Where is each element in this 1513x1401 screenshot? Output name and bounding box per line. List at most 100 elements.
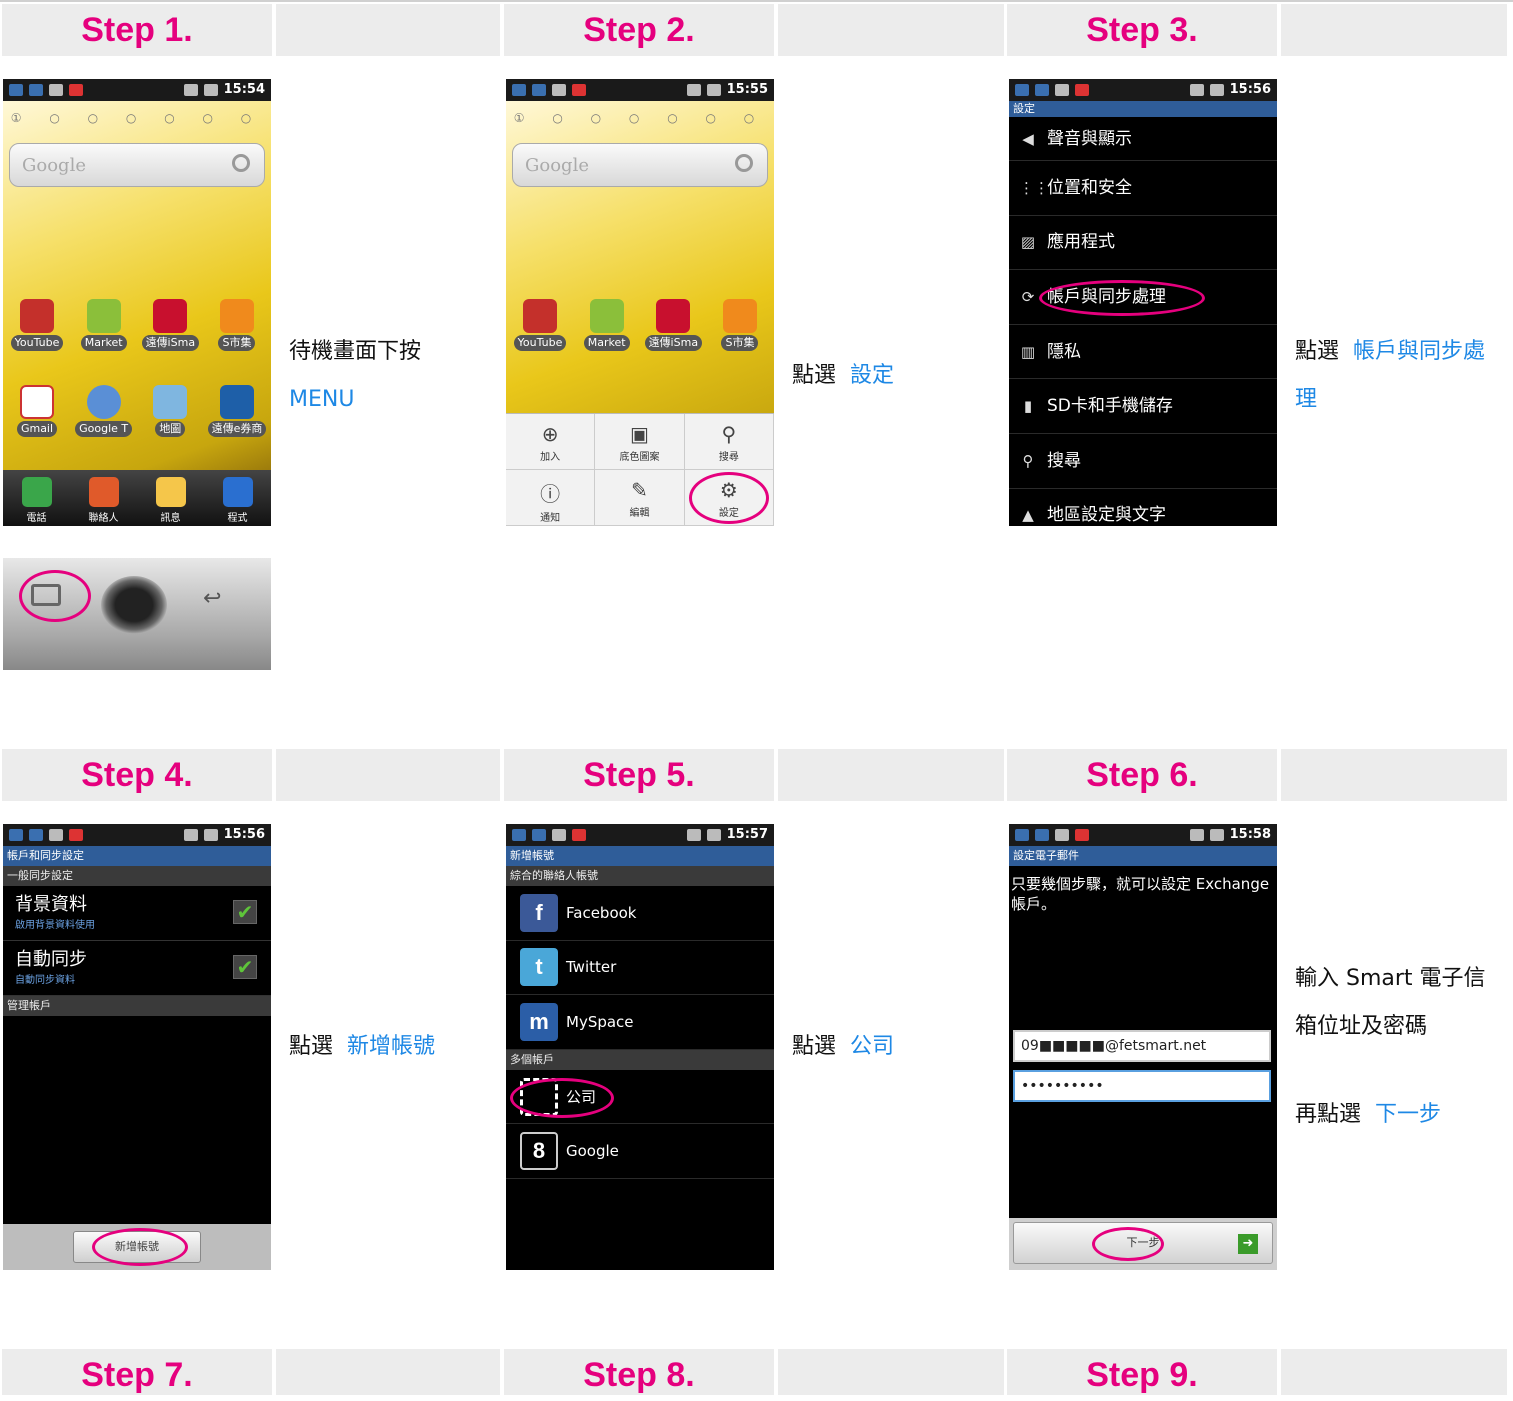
status-time: 15:57 bbox=[726, 827, 768, 842]
row-label: 背景資料 bbox=[15, 894, 87, 915]
gmail-icon bbox=[20, 385, 54, 419]
add-account-button[interactable]: 新增帳號 bbox=[73, 1228, 201, 1266]
dock-contacts[interactable]: 聯絡人 bbox=[88, 477, 119, 524]
app-youtube[interactable]: YouTube bbox=[7, 299, 67, 356]
corporate-link[interactable]: 公司 bbox=[850, 1034, 894, 1059]
google-search-widget[interactable]: Google bbox=[512, 143, 768, 187]
step-7-header: Step 7. bbox=[2, 1349, 272, 1395]
dock-apps[interactable]: 程式 bbox=[222, 477, 253, 524]
next-link[interactable]: 下一步 bbox=[1375, 1102, 1441, 1127]
add-account-link[interactable]: 新增帳號 bbox=[347, 1034, 435, 1059]
status-time: 15:56 bbox=[223, 827, 265, 842]
warning-icon bbox=[1075, 84, 1089, 96]
wifi-icon bbox=[1189, 84, 1204, 96]
app-gmail[interactable]: Gmail bbox=[7, 385, 67, 442]
google-icon: 8 bbox=[520, 1132, 558, 1171]
highlight-circle bbox=[1092, 1227, 1164, 1261]
settings-item-label: 位置和安全 bbox=[1047, 177, 1132, 198]
app-row-1: YouTube Market 遠傳iSma S市集 bbox=[7, 299, 267, 356]
youtube-icon bbox=[20, 299, 54, 333]
menu-item-add[interactable]: ⊕ 加入 bbox=[506, 414, 596, 470]
settings-link[interactable]: 設定 bbox=[850, 363, 894, 388]
app-row-2: Gmail Google T 地圖 遠傳e券商 bbox=[7, 385, 267, 442]
gallery-icon bbox=[9, 84, 23, 96]
step-4-caption: 點選 新增帳號 bbox=[289, 1023, 494, 1071]
dock-messages[interactable]: 訊息 bbox=[155, 477, 186, 524]
app-ismart[interactable]: 遠傳iSma bbox=[643, 299, 703, 356]
app-s-market[interactable]: S市集 bbox=[207, 299, 267, 356]
usb-icon bbox=[1055, 84, 1069, 96]
mail-icon bbox=[29, 829, 43, 841]
settings-item-sound[interactable]: ◀ 聲音與顯示 bbox=[1009, 117, 1277, 161]
account-google[interactable]: 8 Google bbox=[506, 1124, 774, 1179]
app-e-broker[interactable]: 遠傳e券商 bbox=[207, 385, 267, 442]
menu-item-notifications[interactable]: ⓘ 通知 bbox=[506, 470, 596, 526]
app-youtube[interactable]: YouTube bbox=[510, 299, 570, 356]
wifi-icon bbox=[686, 84, 701, 96]
step-2-screenshot: 15:55 ① ○ ○ ○ ○ ○ ○ Google YouTube Marke… bbox=[506, 79, 774, 526]
home-screen: ① ○ ○ ○ ○ ○ ○ Google YouTube Market 遠傳iS… bbox=[3, 101, 271, 526]
menu-link[interactable]: MENU bbox=[289, 387, 354, 412]
twitter-icon: t bbox=[520, 948, 558, 987]
menu-item-edit[interactable]: ✎ 編輯 bbox=[595, 470, 685, 526]
step-1-caption: 待機畫面下按 MENU bbox=[289, 328, 489, 424]
home-key-icon bbox=[101, 576, 167, 634]
warning-icon bbox=[572, 84, 586, 96]
auto-sync-row[interactable]: 自動同步 自動同步資料 ✔ bbox=[3, 941, 271, 996]
account-myspace[interactable]: m MySpace bbox=[506, 995, 774, 1050]
warning-icon bbox=[1075, 829, 1089, 841]
app-label: S市集 bbox=[721, 335, 759, 351]
app-label: Google T bbox=[75, 421, 133, 437]
menu-item-wallpaper[interactable]: ▣ 底色圖案 bbox=[595, 414, 685, 470]
email-field[interactable]: 09■■■■■@fetsmart.net bbox=[1013, 1030, 1271, 1062]
dock-phone[interactable]: 電話 bbox=[21, 477, 52, 524]
settings-item-storage[interactable]: ▮ SD卡和手機儲存 bbox=[1009, 379, 1277, 434]
options-menu: ⊕ 加入 ▣ 底色圖案 ⚲ 搜尋 ⓘ 通知 ✎ 編輯 ⚙ 設定 bbox=[506, 413, 774, 526]
caption-text: 點選 bbox=[1295, 339, 1340, 364]
background-data-row[interactable]: 背景資料 啟用背景資料使用 ✔ bbox=[3, 886, 271, 941]
checkbox-checked-icon[interactable]: ✔ bbox=[233, 955, 257, 979]
app-maps[interactable]: 地圖 bbox=[140, 385, 200, 442]
app-s-market[interactable]: S市集 bbox=[710, 299, 770, 356]
account-corporate[interactable]: 公司 bbox=[506, 1070, 774, 1125]
warning-icon bbox=[69, 84, 83, 96]
app-label: Market bbox=[80, 335, 127, 351]
menu-item-settings[interactable]: ⚙ 設定 bbox=[684, 470, 774, 526]
account-facebook[interactable]: f Facebook bbox=[506, 886, 774, 941]
signal-icon bbox=[203, 829, 218, 841]
settings-item-location[interactable]: ⋮⋮ 位置和安全 bbox=[1009, 161, 1277, 216]
app-google-talk[interactable]: Google T bbox=[74, 385, 134, 442]
settings-item-apps[interactable]: ▨ 應用程式 bbox=[1009, 216, 1277, 271]
settings-item-search[interactable]: ⚲ 搜尋 bbox=[1009, 434, 1277, 489]
settings-item-accounts-sync[interactable]: ⟳ 帳戶與同步處理 bbox=[1009, 270, 1277, 325]
status-time: 15:56 bbox=[1229, 82, 1271, 97]
step-6-header: Step 6. bbox=[1007, 749, 1277, 801]
status-bar: 15:54 bbox=[3, 79, 271, 101]
step-4-header-spacer bbox=[276, 749, 500, 801]
settings-item-locale[interactable]: ▲ 地區設定與文字 bbox=[1009, 489, 1277, 526]
search-icon: ⚲ bbox=[1022, 451, 1034, 470]
next-button[interactable]: 下一步 ➜ bbox=[1013, 1222, 1273, 1264]
checkbox-checked-icon[interactable]: ✔ bbox=[233, 900, 257, 924]
password-field[interactable]: •••••••••• bbox=[1013, 1070, 1271, 1102]
mail-icon bbox=[1035, 84, 1049, 96]
usb-icon bbox=[49, 84, 63, 96]
app-label: YouTube bbox=[513, 335, 567, 351]
status-bar: 15:56 bbox=[3, 824, 271, 846]
menu-item-search[interactable]: ⚲ 搜尋 bbox=[684, 414, 774, 470]
step-1-header: Step 1. bbox=[2, 4, 272, 56]
usb-icon bbox=[1055, 829, 1069, 841]
step-5-caption: 點選 公司 bbox=[792, 1023, 992, 1071]
row-label: 自動同步 bbox=[15, 949, 87, 970]
wifi-icon bbox=[183, 829, 198, 841]
usb-icon bbox=[49, 829, 63, 841]
account-twitter[interactable]: t Twitter bbox=[506, 941, 774, 996]
settings-item-privacy[interactable]: ▥ 隱私 bbox=[1009, 325, 1277, 380]
app-market[interactable]: Market bbox=[577, 299, 637, 356]
app-market[interactable]: Market bbox=[74, 299, 134, 356]
caption-text: 點選 bbox=[792, 363, 837, 388]
google-search-widget[interactable]: Google bbox=[9, 143, 265, 187]
contacts-icon bbox=[88, 477, 119, 507]
app-label: S市集 bbox=[218, 335, 256, 351]
app-ismart[interactable]: 遠傳iSma bbox=[140, 299, 200, 356]
